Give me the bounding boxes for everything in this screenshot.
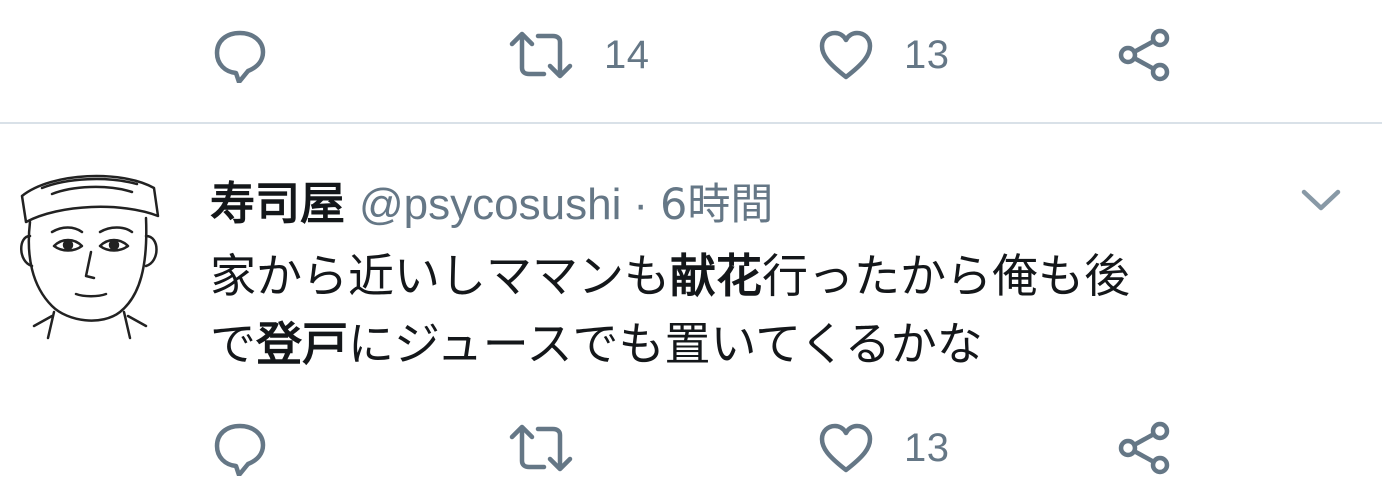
manga-face-avatar: [20, 174, 160, 340]
bold-text-segment: 献花: [670, 249, 762, 303]
reply-icon: [214, 30, 266, 83]
tweet-text-line-1: 家から近いしママンも献花行ったから俺も後: [210, 242, 1360, 310]
retweet-button[interactable]: [508, 413, 604, 483]
tweet[interactable]: 寿司屋 @psycosushi · 6時間 家から近いしママンも献花行ったから俺…: [0, 124, 1382, 414]
heart-icon: [819, 423, 873, 473]
previous-tweet-action-bar: 14 13: [0, 20, 1382, 90]
reply-button[interactable]: [212, 20, 268, 90]
bold-text-segment: 登戸: [256, 317, 348, 371]
tweet-menu-button[interactable]: [1296, 180, 1346, 220]
share-button[interactable]: [1116, 413, 1174, 483]
reply-button[interactable]: [212, 413, 268, 483]
share-icon: [1118, 28, 1170, 82]
chevron-down-icon: [1301, 189, 1341, 211]
like-button[interactable]: 13: [818, 20, 950, 90]
avatar[interactable]: [12, 166, 168, 342]
like-count: 13: [904, 32, 950, 77]
tweet-action-bar: 13: [0, 413, 1382, 483]
text-segment: で: [210, 317, 256, 371]
retweet-icon: [509, 424, 573, 472]
user-handle[interactable]: @psycosushi: [359, 180, 621, 230]
separator-dot: ·: [633, 180, 648, 229]
tweet-text: 家から近いしママンも献花行ったから俺も後 で登戸にジュースでも置いてくるかな: [210, 242, 1360, 378]
retweet-count: 14: [604, 32, 650, 77]
timestamp[interactable]: 6時間: [660, 170, 773, 232]
heart-icon: [819, 30, 873, 80]
display-name[interactable]: 寿司屋: [210, 167, 345, 232]
text-segment: 家から近いしママンも: [210, 249, 670, 303]
reply-icon: [214, 423, 266, 476]
tweet-text-line-2: で登戸にジュースでも置いてくるかな: [210, 310, 1360, 378]
tweet-header: 寿司屋 @psycosushi · 6時間: [210, 167, 773, 237]
text-segment: にジュースでも置いてくるかな: [348, 317, 983, 371]
like-button[interactable]: 13: [818, 413, 950, 483]
like-count: 13: [904, 425, 950, 470]
text-segment: 行ったから俺も後: [762, 249, 1130, 303]
retweet-button[interactable]: 14: [508, 20, 650, 90]
retweet-icon: [509, 31, 573, 79]
share-icon: [1118, 421, 1170, 475]
share-button[interactable]: [1116, 20, 1174, 90]
